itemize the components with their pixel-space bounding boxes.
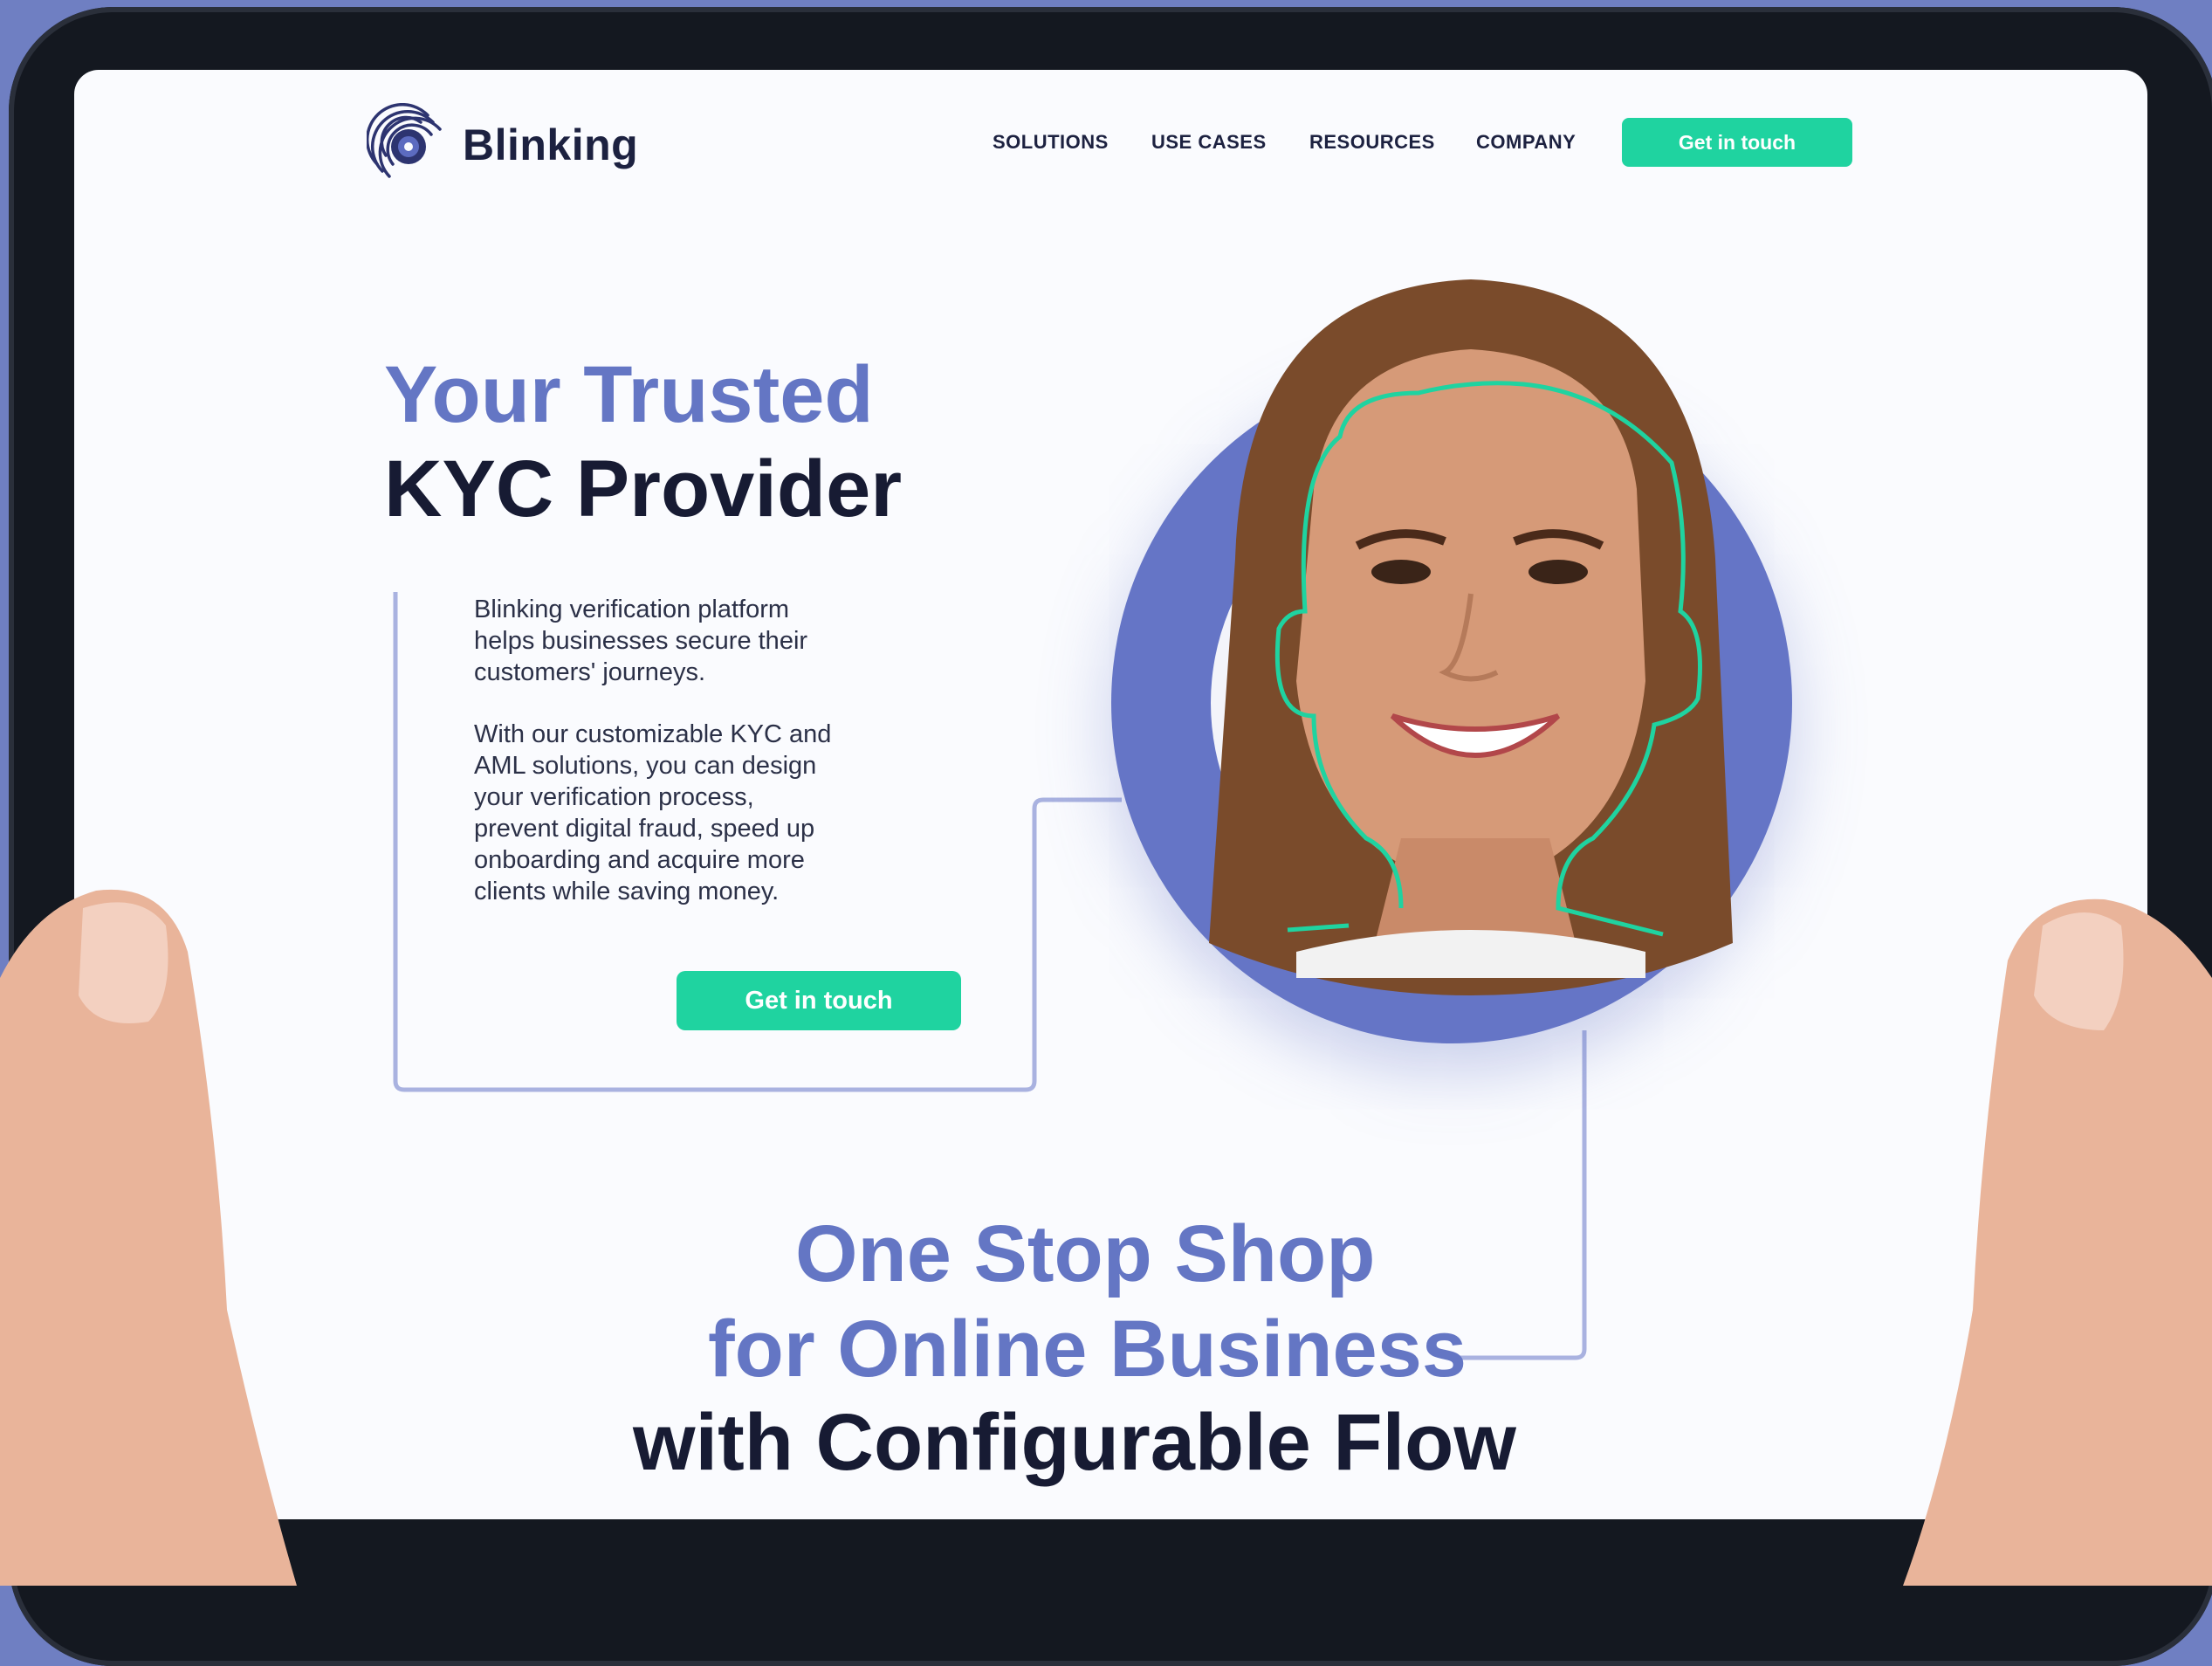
hands-holding-tablet xyxy=(0,889,2212,1586)
